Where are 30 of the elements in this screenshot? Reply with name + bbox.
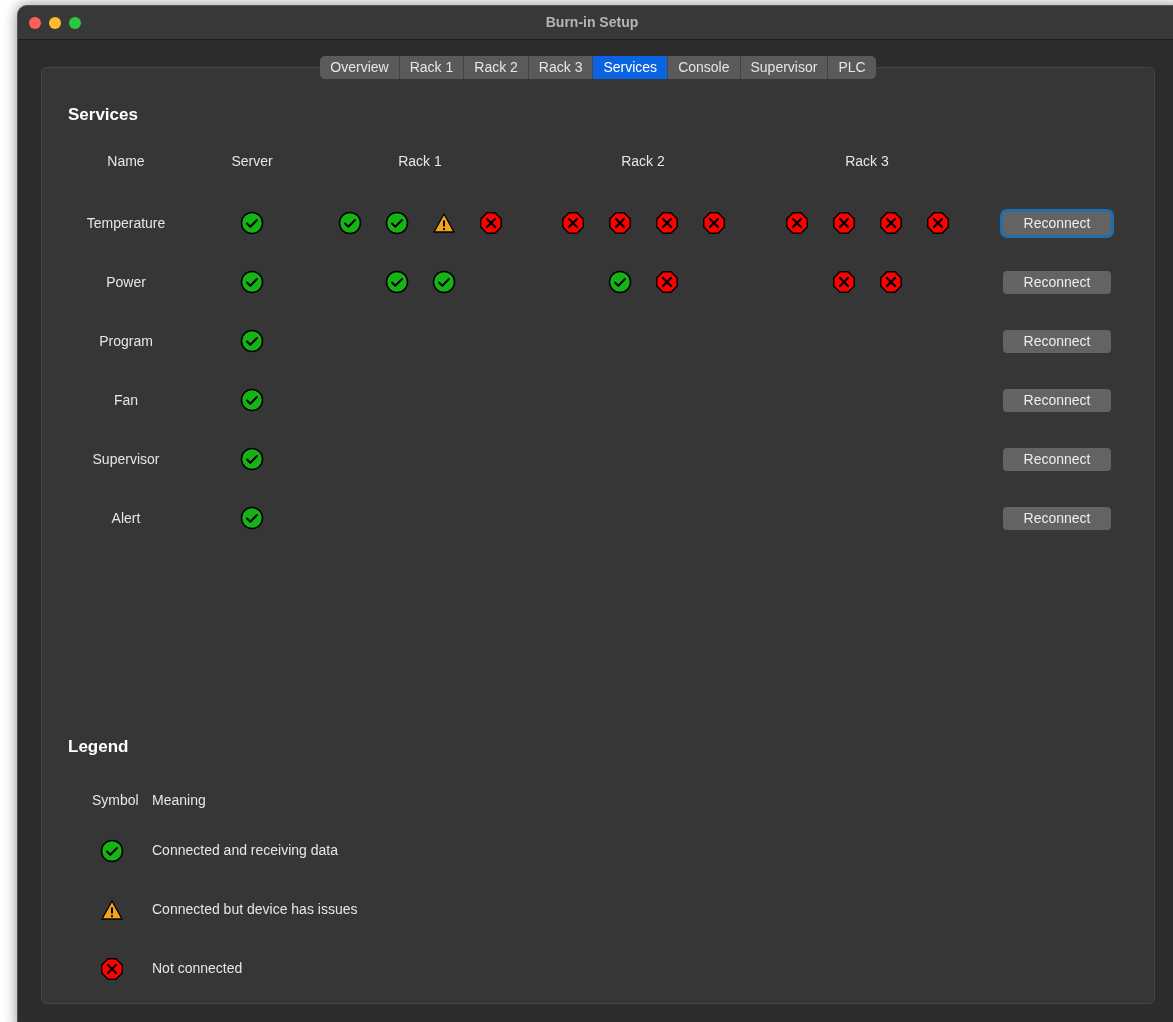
section-title: Services xyxy=(68,104,139,126)
column-header: Rack 2 xyxy=(621,151,665,171)
tab[interactable]: Overview xyxy=(320,56,399,79)
legend-text: Connected but device has issues xyxy=(152,900,358,919)
window-title: Burn-in Setup xyxy=(544,13,640,32)
column-header: Meaning xyxy=(152,790,206,810)
row-label: Supervisor xyxy=(91,449,161,469)
legend-text: Connected and receiving data xyxy=(152,841,339,860)
column-header: Rack 3 xyxy=(845,151,889,171)
reconnect-button[interactable]: Reconnect xyxy=(1003,211,1111,235)
row-label: Fan xyxy=(112,390,140,410)
tab[interactable]: Services xyxy=(592,56,668,79)
reconnect-button[interactable]: Reconnect xyxy=(1003,388,1111,412)
column-header: Symbol xyxy=(92,791,139,808)
section-title: Legend xyxy=(68,735,130,758)
row-label: Power xyxy=(105,272,147,292)
reconnect-button[interactable]: Reconnect xyxy=(1003,506,1111,530)
row-label: Program xyxy=(98,331,154,351)
reconnect-button[interactable]: Reconnect xyxy=(1003,329,1111,353)
row-label: Temperature xyxy=(85,213,167,233)
row-label: Alert xyxy=(110,508,142,528)
reconnect-button[interactable]: Reconnect xyxy=(1003,447,1111,471)
column-header: Name xyxy=(106,151,146,171)
legend-text: Not connected xyxy=(152,959,243,978)
column-header: Rack 1 xyxy=(398,151,442,171)
zoom-window-button[interactable] xyxy=(69,16,81,29)
minimize-window-button[interactable] xyxy=(49,16,61,29)
reconnect-button[interactable]: Reconnect xyxy=(1003,270,1111,294)
close-window-button[interactable] xyxy=(29,16,41,29)
column-header: Server xyxy=(231,151,273,171)
